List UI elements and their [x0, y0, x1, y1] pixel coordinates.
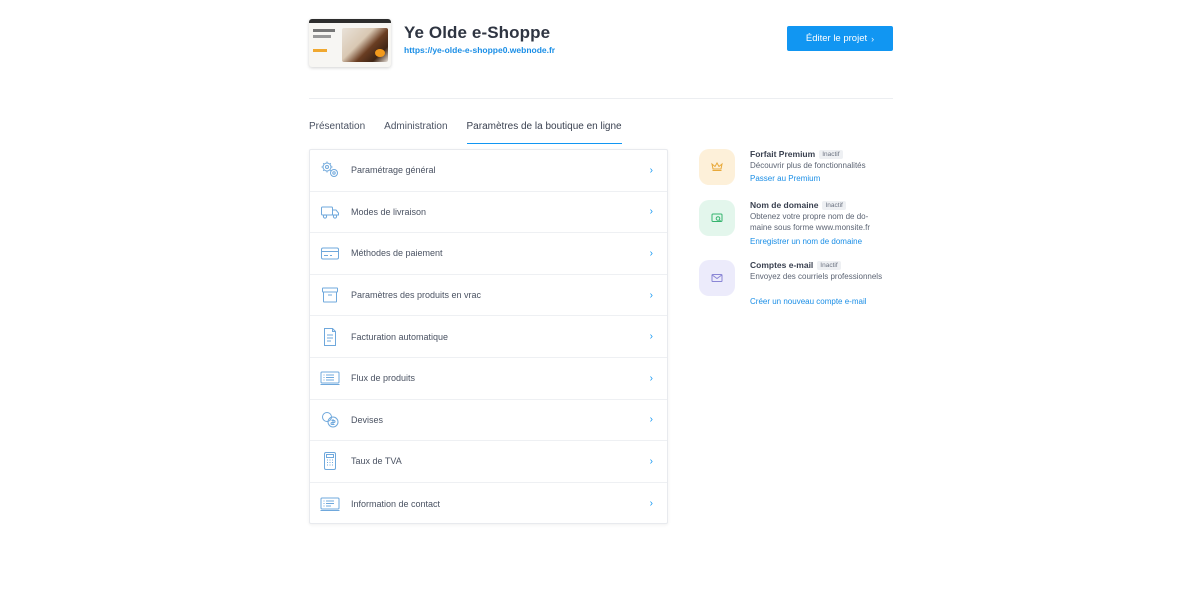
settings-row-label: Paramètres des produits en vrac [351, 290, 482, 301]
chevron-right-icon: › [649, 247, 653, 259]
currency-coins-icon [320, 410, 340, 430]
feed-list-icon [320, 368, 340, 388]
thumbnail-orange [375, 49, 385, 57]
upgrade-premium-link[interactable]: Passer au Premium [750, 174, 820, 183]
settings-row-shipping[interactable]: Modes de livraison › [310, 192, 667, 234]
edit-project-button[interactable]: Éditer le projet › [787, 26, 893, 51]
contact-card-icon [320, 494, 340, 514]
thumbnail-topbar [309, 19, 391, 23]
chevron-right-icon: › [649, 331, 653, 343]
chevron-right-icon: › [649, 289, 653, 301]
feature-title-text: Comptes e-mail [750, 260, 814, 270]
chevron-right-icon: › [649, 414, 653, 426]
invoice-icon [320, 327, 340, 347]
chevron-right-icon: › [649, 206, 653, 218]
feature-title: Forfait Premium Inactif [750, 149, 843, 159]
settings-row-label: Taux de TVA [351, 456, 402, 467]
settings-row-currencies[interactable]: Devises › [310, 400, 667, 442]
feature-description: Découvrir plus de fonctionnalités [750, 161, 866, 170]
feature-domain: Nom de domaine Inactif Obtenez votre pro… [699, 200, 899, 250]
chevron-right-icon: › [649, 372, 653, 384]
header-divider [309, 98, 893, 99]
site-thumbnail[interactable] [309, 19, 391, 67]
settings-row-label: Devises [351, 414, 384, 425]
chevron-right-icon: › [649, 498, 653, 510]
settings-row-label: Méthodes de paiement [351, 248, 443, 259]
settings-row-vat[interactable]: Taux de TVA › [310, 441, 667, 483]
feature-description: Obtenez votre propre nom de do-maine sou… [750, 212, 871, 232]
site-title: Ye Olde e-Shoppe [404, 23, 551, 42]
site-url-link[interactable]: https://ye-olde-e-shoppe0.webnode.fr [404, 45, 555, 55]
calculator-icon [320, 451, 340, 471]
feature-title: Comptes e-mail Inactif [750, 260, 841, 270]
register-domain-link[interactable]: Enregistrer un nom de domaine [750, 237, 862, 246]
feature-title-text: Forfait Premium [750, 149, 816, 159]
envelope-icon [699, 260, 735, 296]
settings-row-label: Information de contact [351, 498, 441, 509]
shop-settings-list: Paramétrage général › Modes de livraison… [309, 149, 668, 524]
edit-project-label: Éditer le projet [805, 33, 868, 44]
chevron-right-icon: › [871, 33, 875, 44]
crown-icon [699, 149, 735, 185]
thumbnail-button [313, 49, 327, 52]
settings-row-label: Facturation automatique [351, 331, 449, 342]
tab-bar: Présentation Administration Paramètres d… [309, 121, 641, 144]
status-badge: Inactif [817, 260, 841, 270]
settings-row-label: Paramétrage général [351, 165, 436, 176]
feature-title: Nom de domaine Inactif [750, 200, 846, 210]
thumbnail-subheading [313, 35, 331, 38]
feature-description: Envoyez des courriels professionnels [750, 272, 883, 281]
bulk-box-icon [320, 285, 340, 305]
create-email-link[interactable]: Créer un nouveau compte e-mail [750, 297, 867, 306]
truck-icon [320, 202, 340, 222]
chevron-right-icon: › [649, 164, 653, 176]
settings-row-bulk-products[interactable]: Paramètres des produits en vrac › [310, 275, 667, 317]
tab-administration[interactable]: Administration [384, 121, 447, 144]
settings-row-product-feed[interactable]: Flux de produits › [310, 358, 667, 400]
feature-title-text: Nom de domaine [750, 200, 819, 210]
thumbnail-heading [313, 29, 335, 32]
settings-row-contact[interactable]: Information de contact › [310, 483, 667, 525]
feature-email: Comptes e-mail Inactif Envoyez des courr… [699, 260, 899, 310]
status-badge: Inactif [822, 200, 846, 210]
settings-row-label: Flux de produits [351, 373, 416, 384]
tab-shop-settings[interactable]: Paramètres de la boutique en ligne [466, 121, 622, 144]
feature-premium: Forfait Premium Inactif Découvrir plus d… [699, 149, 899, 189]
gears-icon [320, 160, 340, 180]
settings-row-general[interactable]: Paramétrage général › [310, 150, 667, 192]
settings-row-invoicing[interactable]: Facturation automatique › [310, 316, 667, 358]
chevron-right-icon: › [649, 455, 653, 467]
tab-presentation[interactable]: Présentation [309, 121, 365, 144]
settings-row-label: Modes de livraison [351, 206, 427, 217]
status-badge: Inactif [819, 149, 843, 159]
settings-row-payment[interactable]: Méthodes de paiement › [310, 233, 667, 275]
domain-search-icon [699, 200, 735, 236]
credit-card-icon [320, 243, 340, 263]
